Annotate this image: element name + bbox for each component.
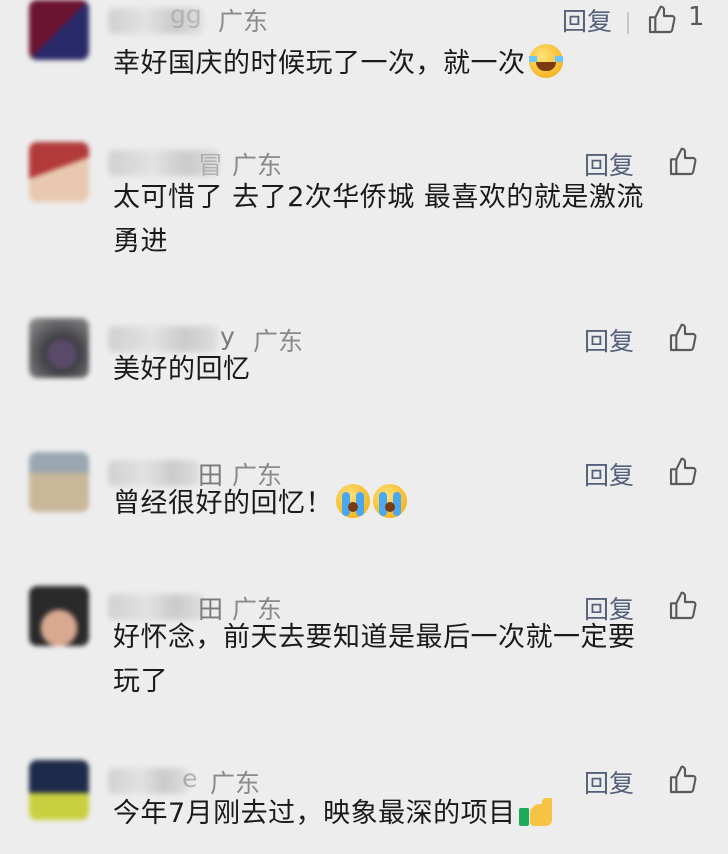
crying-icon [336, 484, 370, 518]
avatar[interactable] [29, 0, 89, 60]
nickname-blurred[interactable] [108, 768, 188, 794]
comment-text-content: 美好的回忆 [113, 354, 251, 385]
comment-text: 幸好国庆的时候玩了一次，就一次 [113, 42, 713, 86]
comment-text: 今年7月刚去过，映象最深的项目 [113, 792, 713, 836]
comment-text: 美好的回忆 [113, 348, 713, 392]
laughing-tears-icon [528, 44, 563, 78]
comment-text-line: 好怀念，前天去要知道是最后一次就一定要 [113, 622, 636, 653]
avatar[interactable] [29, 760, 89, 820]
like-count: 1 [688, 2, 705, 32]
avatar[interactable] [29, 452, 89, 512]
comment-text-content: 今年7月刚去过，映象最深的项目 [113, 798, 516, 829]
region-label: 广东 [218, 7, 269, 36]
thumbs-up-icon [648, 5, 676, 34]
comment-text-line: 太可惜了 去了2次华侨城 最喜欢的就是激流 [113, 182, 644, 213]
avatar[interactable] [29, 142, 89, 202]
nickname-fragment: gg [170, 0, 202, 29]
divider [627, 12, 629, 34]
comment-text-line: 勇进 [113, 226, 168, 257]
comment-text: 曾经很好的回忆！ [113, 482, 713, 526]
like-button[interactable] [646, 0, 682, 40]
crying-icon [373, 484, 407, 518]
thumbs-up-icon [669, 147, 697, 176]
avatar[interactable] [29, 586, 89, 646]
reply-button[interactable]: 回复 [562, 2, 612, 38]
comment-text: 太可惜了 去了2次华侨城 最喜欢的就是激流 勇进 [113, 176, 713, 264]
comment-text: 好怀念，前天去要知道是最后一次就一定要 玩了 [113, 616, 713, 704]
nickname-fragment: y [220, 322, 235, 351]
comment-text-content: 曾经很好的回忆！ [113, 488, 333, 519]
thumbs-up-emoji [518, 792, 555, 828]
avatar[interactable] [29, 318, 89, 378]
comment-text-content: 幸好国庆的时候玩了一次，就一次 [113, 48, 526, 79]
nickname-fragment: e [182, 764, 198, 793]
comment-text-line: 玩了 [113, 666, 168, 697]
